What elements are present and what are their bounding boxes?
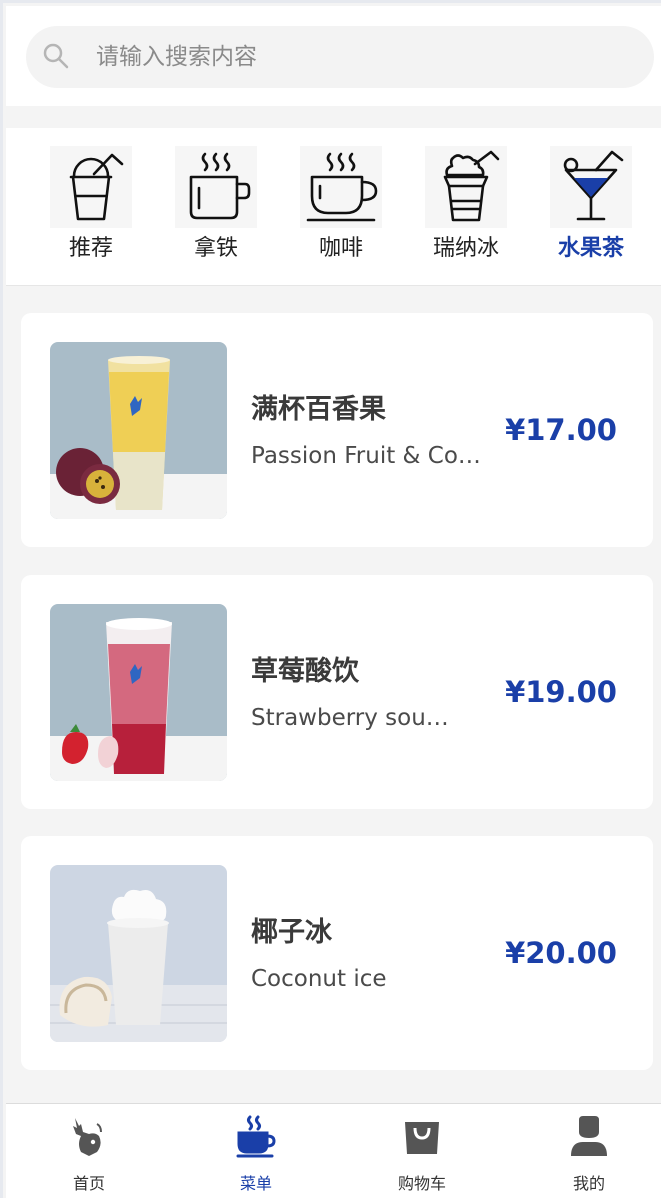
product-price: ¥17.00	[505, 413, 617, 447]
category-item-latte[interactable]: 拿铁	[166, 146, 266, 276]
tab-cart[interactable]: 购物车	[372, 1114, 472, 1194]
steaming-mug-icon	[175, 146, 257, 228]
shopping-bag-icon	[400, 1114, 444, 1158]
bottom-tab-bar: 首页 菜单 购物车 我的	[6, 1103, 661, 1198]
product-english-name: Coconut ice	[251, 966, 387, 992]
product-card[interactable]: 草莓酸饮 Strawberry sou… ¥19.00	[21, 575, 653, 809]
category-label: 瑞纳冰	[432, 236, 499, 261]
search-icon	[42, 42, 70, 70]
coffee-cup-icon	[234, 1114, 278, 1158]
category-item-recommend[interactable]: 推荐	[41, 146, 141, 276]
product-name: 草莓酸饮	[251, 656, 359, 687]
product-price: ¥19.00	[505, 675, 617, 709]
product-image-coconut	[50, 865, 227, 1042]
category-item-frappe[interactable]: 瑞纳冰	[416, 146, 516, 276]
product-english-name: Passion Fruit & Co…	[251, 443, 481, 469]
tab-label: 菜单	[239, 1174, 272, 1193]
category-strip: 推荐 拿铁 咖啡 瑞纳冰 水果茶	[6, 128, 661, 286]
product-card[interactable]: 椰子冰 Coconut ice ¥20.00	[21, 836, 653, 1070]
user-icon	[567, 1114, 611, 1158]
product-price: ¥20.00	[505, 936, 617, 970]
product-card[interactable]: 满杯百香果 Passion Fruit & Co… ¥17.00	[21, 313, 653, 547]
deer-logo-icon	[67, 1114, 111, 1158]
category-item-fruit-tea[interactable]: 水果茶	[541, 146, 641, 276]
search-bar[interactable]: 请输入搜索内容	[26, 26, 654, 88]
tab-profile[interactable]: 我的	[539, 1114, 639, 1194]
category-label: 咖啡	[318, 236, 363, 261]
tab-label: 首页	[72, 1174, 105, 1193]
category-item-coffee[interactable]: 咖啡	[291, 146, 391, 276]
tab-label: 我的	[572, 1174, 605, 1193]
product-name: 椰子冰	[251, 917, 332, 948]
product-image-strawberry	[50, 604, 227, 781]
cup-with-straw-icon	[50, 146, 132, 228]
tab-home[interactable]: 首页	[39, 1114, 139, 1194]
search-input[interactable]: 请输入搜索内容	[96, 26, 257, 88]
tab-menu[interactable]: 菜单	[206, 1114, 306, 1194]
coffee-cup-icon	[300, 146, 382, 228]
product-name: 满杯百香果	[251, 394, 386, 425]
category-label: 水果茶	[557, 236, 624, 261]
frappe-icon	[425, 146, 507, 228]
top-bar: 请输入搜索内容	[6, 6, 661, 106]
product-image-passion-fruit	[50, 342, 227, 519]
category-label: 拿铁	[193, 236, 238, 261]
cocktail-icon	[550, 146, 632, 228]
tab-label: 购物车	[397, 1174, 446, 1193]
product-english-name: Strawberry sou…	[251, 705, 449, 731]
category-label: 推荐	[68, 236, 113, 261]
